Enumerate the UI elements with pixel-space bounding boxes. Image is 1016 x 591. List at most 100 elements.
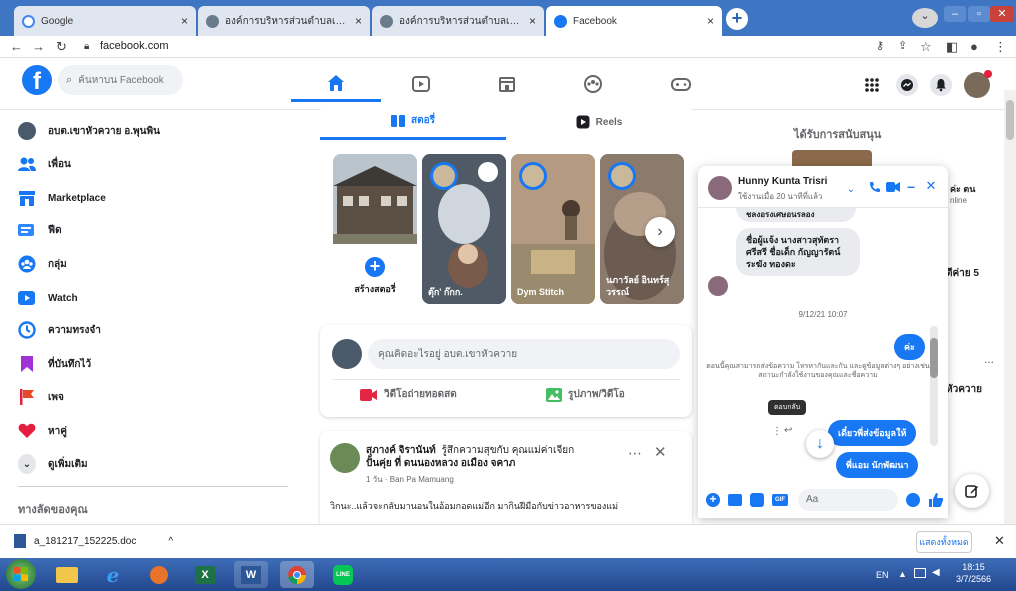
chat-message-input[interactable]: Aa [798, 489, 898, 511]
phone-icon[interactable] [866, 178, 884, 196]
account-icon[interactable]: ● [970, 39, 978, 54]
maximize-button[interactable]: ▫ [968, 6, 990, 22]
stories-next-button[interactable]: › [645, 217, 675, 247]
taskbar-excel[interactable]: X [188, 561, 222, 588]
chat-avatar[interactable] [708, 176, 732, 200]
story-item[interactable]: ตุ๊ก' ก๊กก. [422, 154, 506, 304]
notifications-button[interactable] [930, 74, 952, 96]
post-author[interactable]: สุภางค์ จิรานันท์ [366, 445, 436, 456]
tab-reels[interactable]: Reels [506, 104, 692, 140]
more-options-icon[interactable]: ... [984, 352, 994, 366]
sidebar-item-pages[interactable]: เพจ [18, 384, 64, 410]
taskbar-ie[interactable]: e [96, 561, 130, 588]
story-item[interactable]: Dym Stitch [511, 154, 595, 304]
volume-icon[interactable]: ◀︎ [932, 567, 940, 578]
sidebar-item-watch[interactable]: Watch [18, 285, 78, 311]
nav-home[interactable] [291, 66, 381, 102]
key-icon[interactable]: ⚷ [876, 39, 884, 52]
sidebar-item-memories[interactable]: ความทรงจำ [18, 317, 101, 343]
gif-icon[interactable]: GIF [772, 494, 788, 506]
menu-dots-icon[interactable]: ⋮ [994, 39, 1007, 55]
reload-icon[interactable]: ↻ [56, 39, 67, 55]
search-input[interactable] [78, 74, 174, 86]
scroll-to-bottom-button[interactable]: ↓ [806, 430, 834, 458]
sidebar-item-friends[interactable]: เพื่อน [18, 151, 71, 177]
page-scrollbar[interactable] [1004, 90, 1016, 524]
composer-input[interactable]: คุณคิดอะไรอยู่ อบต.เขาหัวควาย [368, 339, 680, 369]
post-options-icon[interactable]: ⋯ [628, 445, 642, 462]
like-thumb-icon[interactable] [928, 492, 944, 508]
sticker-icon[interactable] [750, 493, 764, 507]
tab-facebook[interactable]: Facebook × [546, 6, 722, 36]
sidebar-item-dating[interactable]: หาคู่ [18, 418, 67, 444]
more-actions-icon[interactable]: ⋮ [772, 426, 782, 437]
nav-groups[interactable] [548, 66, 638, 102]
share-icon[interactable]: ⇪ [898, 39, 907, 52]
menu-grid-button[interactable] [861, 74, 883, 96]
sidepanel-icon[interactable]: ◧ [946, 39, 958, 55]
language-indicator[interactable]: EN [876, 570, 889, 580]
story-create[interactable]: + สร้างสตอรี่ [333, 154, 417, 304]
close-icon[interactable]: ✕ [922, 177, 940, 195]
scrollbar-thumb[interactable] [1006, 100, 1014, 140]
photo-video-button[interactable]: รูปภาพ/วิดีโอ [546, 387, 625, 402]
taskbar-media[interactable] [142, 561, 176, 588]
sidebar-item-saved[interactable]: ที่บันทึกไว้ [18, 351, 91, 377]
chat-contact-name[interactable]: Hunny Kunta Trisri [738, 176, 827, 187]
nav-watch[interactable] [376, 66, 466, 102]
window-close-button[interactable]: ✕ [990, 6, 1014, 22]
network-icon[interactable] [914, 568, 926, 578]
sidebar-item-feed[interactable]: ฟีด [18, 217, 62, 243]
add-story-icon[interactable]: + [362, 254, 388, 280]
scrollbar-thumb[interactable] [930, 338, 938, 378]
tab-stories[interactable]: สตอรี่ [320, 104, 506, 140]
close-icon[interactable]: × [529, 14, 536, 28]
chevron-down-icon[interactable]: ⌄ [842, 180, 860, 198]
search-box[interactable]: ⌕ [58, 65, 183, 95]
sidebar-see-more[interactable]: ⌄ ดูเพิ่มเติม [18, 451, 88, 477]
sidebar-item-marketplace[interactable]: Marketplace [18, 185, 106, 211]
chevron-up-icon[interactable]: ^ [168, 536, 173, 547]
new-tab-button[interactable]: + [726, 8, 748, 30]
nav-gaming[interactable] [636, 66, 726, 102]
sidebar-item-profile[interactable]: อบต.เขาหัวควาย อ.พุนพิน [18, 118, 160, 144]
reply-icon[interactable]: ↩ [784, 425, 792, 436]
tab-abt-1[interactable]: องค์การบริหารส่วนตำบลเขาหัวควาย × × [198, 6, 370, 36]
close-downloads-icon[interactable]: ✕ [994, 533, 1005, 549]
image-icon[interactable] [728, 494, 742, 506]
download-item[interactable]: a_181217_152225.doc ^ [14, 534, 173, 548]
close-icon[interactable]: × [355, 14, 362, 28]
video-call-icon[interactable] [884, 178, 902, 196]
plus-icon[interactable]: + [706, 493, 720, 507]
back-icon[interactable]: ← [10, 39, 23, 54]
bookmark-star-icon[interactable]: ☆ [920, 39, 932, 55]
start-button[interactable] [6, 559, 36, 589]
live-video-button[interactable]: วิดีโอถ่ายทอดสด [360, 387, 457, 402]
sidebar-item-groups[interactable]: กลุ่ม [18, 251, 67, 277]
forward-icon[interactable]: → [32, 39, 45, 54]
taskbar-chrome[interactable] [280, 561, 314, 588]
minimize-chat-icon[interactable]: – [902, 177, 920, 195]
clock[interactable]: 18:15 3/7/2566 [956, 561, 991, 585]
tray-arrow-icon[interactable]: ▲ [898, 569, 907, 579]
profile-chevron-icon[interactable]: ⌄ [912, 8, 938, 28]
account-avatar[interactable] [964, 70, 992, 98]
show-all-button[interactable]: แสดงทั้งหมด [916, 531, 972, 553]
facebook-logo-icon[interactable]: f [22, 65, 52, 95]
url-field[interactable]: facebook.com [100, 40, 168, 52]
messenger-button[interactable] [896, 74, 918, 96]
emoji-icon[interactable] [906, 493, 920, 507]
tab-abt-2[interactable]: องค์การบริหารส่วนตำบลเขาหัวควาย × × [372, 6, 544, 36]
post-author-avatar[interactable] [330, 443, 360, 473]
nav-marketplace[interactable] [462, 66, 552, 102]
close-icon[interactable]: × [181, 14, 188, 28]
tab-google[interactable]: Google × [14, 6, 196, 36]
chat-scrollbar[interactable] [930, 326, 938, 446]
taskbar-line[interactable]: LINE [326, 561, 360, 588]
minimize-button[interactable]: – [944, 6, 966, 22]
taskbar-explorer[interactable] [50, 561, 84, 588]
close-icon[interactable]: ✕ [654, 443, 667, 461]
new-message-button[interactable] [955, 474, 989, 508]
close-icon[interactable]: × [707, 14, 714, 28]
taskbar-word[interactable]: W [234, 561, 268, 588]
